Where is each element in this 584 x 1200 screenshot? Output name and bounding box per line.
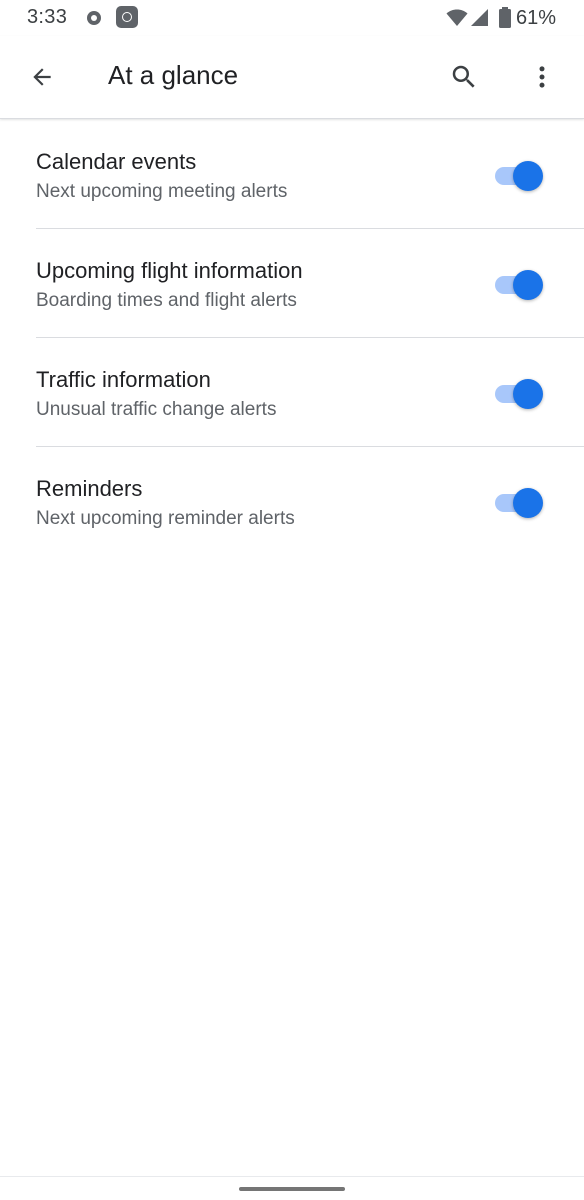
back-button[interactable] bbox=[22, 57, 62, 97]
status-time: 3:33 bbox=[27, 6, 68, 28]
status-bar: 3:33 61% bbox=[0, 0, 584, 36]
back-arrow-icon bbox=[33, 68, 51, 86]
more-vert-icon bbox=[539, 66, 545, 88]
notification-dot-icon bbox=[87, 11, 101, 25]
status-indicators: 61% bbox=[446, 5, 556, 31]
toggle-thumb bbox=[513, 379, 543, 409]
toggle-thumb bbox=[513, 161, 543, 191]
traffic-information-toggle[interactable] bbox=[495, 379, 543, 409]
toggle-thumb bbox=[513, 488, 543, 518]
settings-list: Calendar events Next upcoming meeting al… bbox=[0, 120, 584, 556]
setting-summary: Boarding times and flight alerts bbox=[36, 290, 297, 311]
search-icon bbox=[452, 65, 475, 88]
gesture-nav-handle[interactable] bbox=[239, 1187, 345, 1191]
app-notification-icon bbox=[116, 6, 138, 28]
page-title: At a glance bbox=[108, 60, 239, 90]
calendar-events-toggle[interactable] bbox=[495, 161, 543, 191]
reminders-toggle[interactable] bbox=[495, 488, 543, 518]
setting-title: Upcoming flight information bbox=[36, 258, 303, 283]
toggle-thumb bbox=[513, 270, 543, 300]
setting-title: Traffic information bbox=[36, 367, 211, 392]
setting-title: Reminders bbox=[36, 476, 143, 501]
battery-percent: 61% bbox=[515, 6, 556, 29]
setting-reminders[interactable]: Reminders Next upcoming reminder alerts bbox=[0, 447, 584, 556]
app-bar: At a glance bbox=[0, 36, 584, 119]
setting-flight-information[interactable]: Upcoming flight information Boarding tim… bbox=[0, 229, 584, 338]
battery-icon bbox=[498, 7, 511, 28]
setting-summary: Unusual traffic change alerts bbox=[36, 399, 277, 420]
setting-summary: Next upcoming reminder alerts bbox=[36, 508, 295, 529]
wifi-icon bbox=[446, 9, 468, 26]
setting-summary: Next upcoming meeting alerts bbox=[36, 181, 288, 202]
setting-calendar-events[interactable]: Calendar events Next upcoming meeting al… bbox=[0, 120, 584, 229]
setting-title: Calendar events bbox=[36, 149, 197, 174]
setting-traffic-information[interactable]: Traffic information Unusual traffic chan… bbox=[0, 338, 584, 447]
search-button[interactable] bbox=[444, 57, 484, 97]
flight-information-toggle[interactable] bbox=[495, 270, 543, 300]
nav-bar-divider bbox=[0, 1176, 584, 1177]
more-options-button[interactable] bbox=[522, 57, 562, 97]
cell-signal-icon bbox=[470, 9, 488, 26]
